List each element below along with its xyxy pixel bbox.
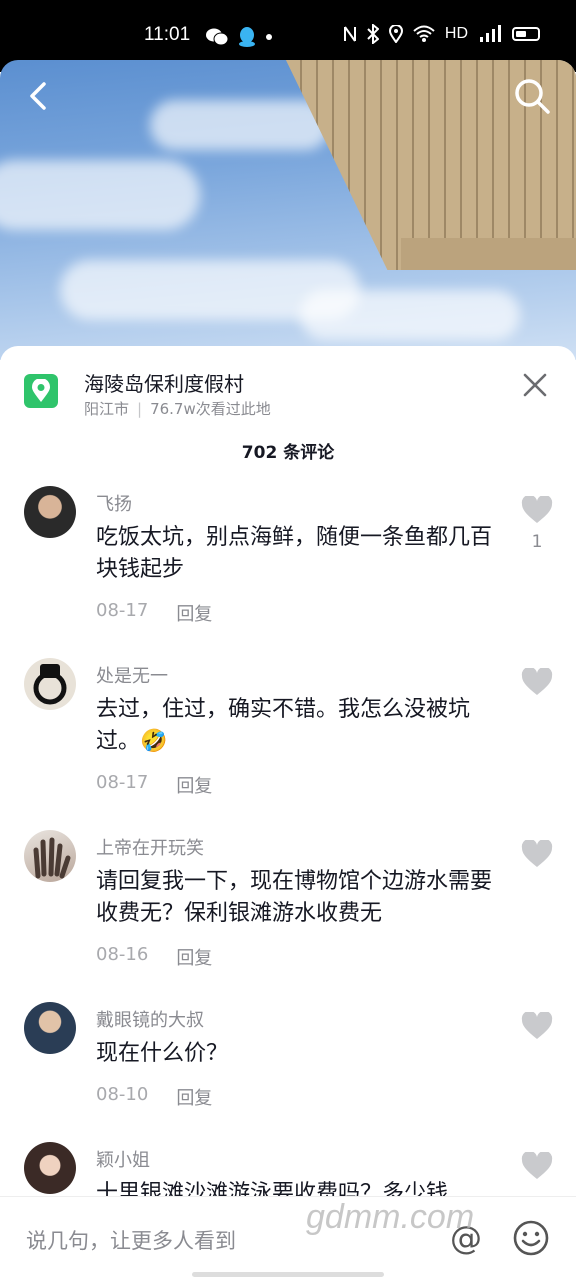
notification-dot-icon xyxy=(266,34,272,40)
comment-date: 08-16 xyxy=(96,944,149,965)
emoji-icon[interactable] xyxy=(512,1219,550,1257)
reply-button[interactable]: 回复 xyxy=(176,772,212,798)
comment-author[interactable]: 上帝在开玩笑 xyxy=(96,834,204,860)
location-subtitle: 阳江市 | 76.7w次看过此地 xyxy=(84,400,271,418)
comment-text: 现在什么价？ xyxy=(96,1041,229,1066)
comment-author[interactable]: 戴眼镜的大叔 xyxy=(96,1006,204,1032)
comment-text: 请回复我一下，现在博物馆个边游水需要收费无？保利银滩游水收费无 xyxy=(96,869,493,926)
map-pin-icon xyxy=(24,374,58,408)
location-header[interactable]: 海陵岛保利度假村 阳江市 | 76.7w次看过此地 xyxy=(0,346,576,426)
reply-button[interactable]: 回复 xyxy=(176,944,212,970)
close-icon[interactable] xyxy=(522,372,548,398)
comment-date: 08-17 xyxy=(96,772,149,793)
comment-text: 十里银滩沙滩游泳要收费吗？多少钱 xyxy=(96,1181,449,1196)
avatar[interactable] xyxy=(24,658,76,710)
heart-icon xyxy=(521,1150,553,1179)
like-button[interactable] xyxy=(520,1010,554,1048)
comment-item: 上帝在开玩笑 请回复我一下，现在博物馆个边游水需要收费无？保利银滩游水收费无 0… xyxy=(0,830,576,990)
avatar[interactable] xyxy=(24,1142,76,1194)
bluetooth-icon xyxy=(367,24,379,44)
status-time: 11:01 xyxy=(144,24,191,45)
watermark: gdmm.com xyxy=(306,1198,475,1236)
comment-input-bar: 说几句，让更多人看到 @ xyxy=(0,1196,576,1280)
like-button[interactable] xyxy=(520,838,554,876)
comment-author[interactable]: 颖小姐 xyxy=(96,1146,150,1172)
network-hd-label: HD xyxy=(444,25,468,42)
avatar[interactable] xyxy=(24,1002,76,1054)
comment-item: 处是无一 去过，住过，确实不错。我怎么没被坑过。🤣 08-17 回复 xyxy=(0,658,576,818)
comment-item: 飞扬 吃饭太坑，别点海鲜，随便一条鱼都几百块钱起步 08-17 回复 1 xyxy=(0,486,576,646)
reply-button[interactable]: 回复 xyxy=(176,600,212,626)
comment-item: 戴眼镜的大叔 现在什么价？ 08-10 回复 xyxy=(0,1002,576,1132)
like-button[interactable] xyxy=(520,1150,554,1184)
chevron-left-icon[interactable] xyxy=(22,78,58,114)
heart-icon xyxy=(521,838,553,867)
comment-text: 吃饭太坑，别点海鲜，随便一条鱼都几百块钱起步 xyxy=(96,525,493,582)
location-city: 阳江市 xyxy=(84,400,130,418)
avatar[interactable] xyxy=(24,830,76,882)
wifi-icon xyxy=(413,25,435,42)
nfc-icon xyxy=(343,26,356,42)
battery-icon xyxy=(512,27,540,41)
comments-sheet: 海陵岛保利度假村 阳江市 | 76.7w次看过此地 702 条评论 飞扬 吃饭太坑，… xyxy=(0,346,576,1280)
comment-input[interactable]: 说几句，让更多人看到 xyxy=(26,1225,236,1255)
qq-icon xyxy=(239,27,255,47)
comment-date: 08-17 xyxy=(96,600,149,621)
like-count: 1 xyxy=(531,532,543,552)
signal-icon xyxy=(480,25,501,42)
search-icon[interactable] xyxy=(512,76,552,116)
heart-icon xyxy=(521,666,553,695)
comment-author[interactable]: 处是无一 xyxy=(96,662,168,688)
heart-icon xyxy=(521,494,553,523)
reply-button[interactable]: 回复 xyxy=(176,1084,212,1110)
comment-date: 08-10 xyxy=(96,1084,149,1105)
wechat-icon xyxy=(206,28,228,46)
video-background xyxy=(0,60,576,360)
avatar[interactable] xyxy=(24,486,76,538)
comment-text: 去过，住过，确实不错。我怎么没被坑过。🤣 xyxy=(96,697,471,754)
comment-author[interactable]: 飞扬 xyxy=(96,490,132,516)
like-button[interactable] xyxy=(520,666,554,704)
comment-item: 颖小姐 十里银滩沙滩游泳要收费吗？多少钱 xyxy=(0,1142,576,1196)
heart-icon xyxy=(521,1010,553,1039)
comments-count: 702 条评论 xyxy=(241,443,335,463)
location-title[interactable]: 海陵岛保利度假村 xyxy=(84,368,244,397)
location-icon xyxy=(388,25,403,43)
home-indicator xyxy=(192,1272,384,1277)
location-views: 76.7w次看过此地 xyxy=(150,400,271,418)
like-button[interactable]: 1 xyxy=(520,494,554,552)
